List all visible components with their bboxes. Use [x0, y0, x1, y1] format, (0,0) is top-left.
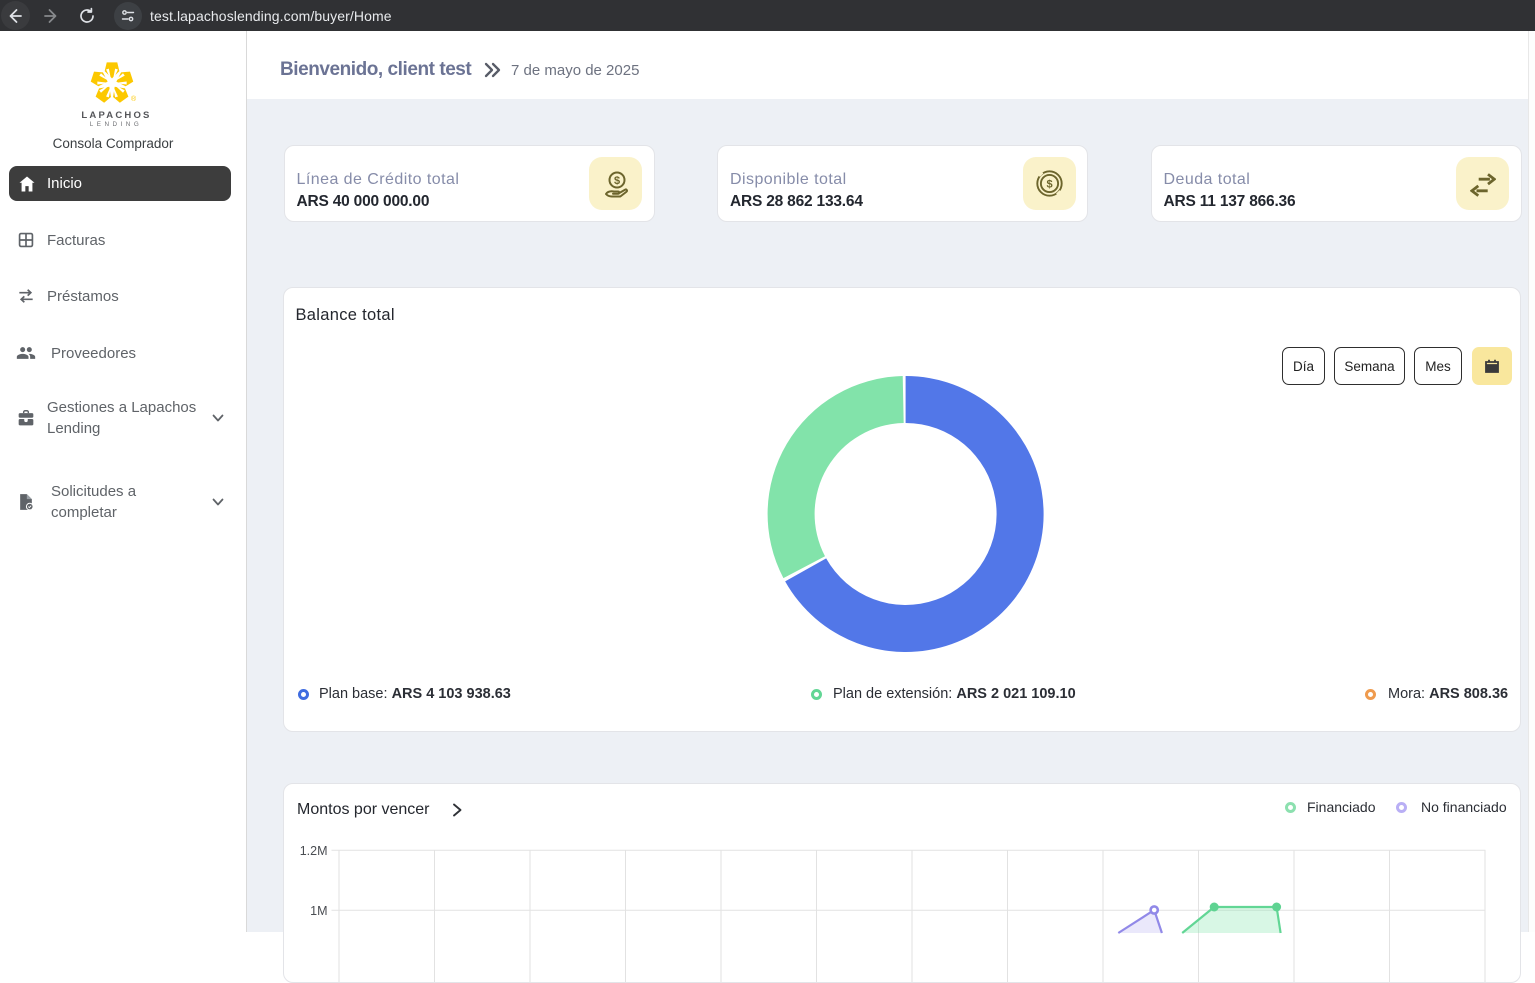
svg-text:$: $	[613, 175, 619, 187]
svg-text:1.2M: 1.2M	[300, 844, 328, 858]
svg-text:1M: 1M	[310, 904, 327, 918]
svg-text:$: $	[1046, 179, 1052, 191]
